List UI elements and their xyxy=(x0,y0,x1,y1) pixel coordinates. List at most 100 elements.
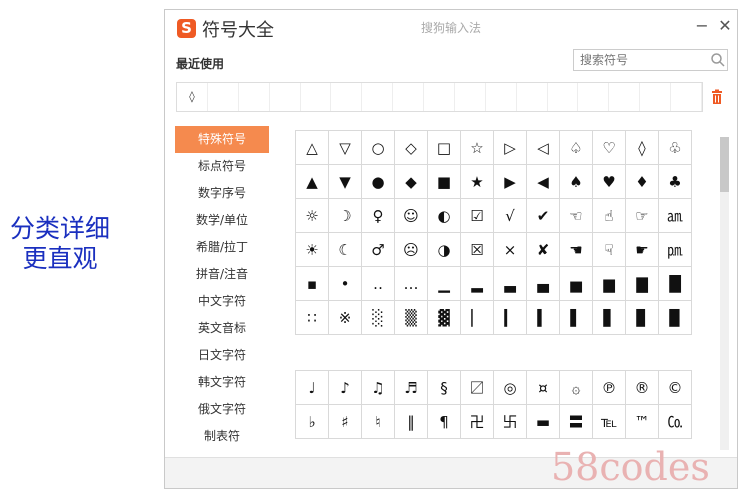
symbol-cell[interactable]: ‖ xyxy=(394,404,428,439)
symbol-cell[interactable]: ™ xyxy=(625,404,659,439)
symbol-cell[interactable]: ☟ xyxy=(592,232,626,267)
symbol-cell[interactable]: ◇ xyxy=(394,130,428,165)
symbol-cell[interactable]: ◁ xyxy=(526,130,560,165)
recent-symbol-cell[interactable] xyxy=(671,83,702,111)
symbol-cell[interactable]: ▪ xyxy=(295,266,329,301)
symbol-cell[interactable]: ☜ xyxy=(559,198,593,233)
category-item[interactable]: 数字序号 xyxy=(175,180,269,207)
recent-symbol-cell[interactable] xyxy=(362,83,394,111)
symbol-cell[interactable]: ◎ xyxy=(493,370,527,405)
symbol-cell[interactable]: ☼ xyxy=(295,198,329,233)
symbol-cell[interactable]: ░ xyxy=(361,300,395,335)
recent-symbol-cell[interactable] xyxy=(455,83,486,111)
category-item[interactable]: 拼音/注音 xyxy=(175,261,269,288)
symbol-cell[interactable]: ♥ xyxy=(592,164,626,199)
symbol-cell[interactable]: ▏ xyxy=(460,300,494,335)
symbol-cell[interactable]: 〼 xyxy=(460,370,494,405)
symbol-cell[interactable]: ☆ xyxy=(460,130,494,165)
symbol-cell[interactable]: ▂ xyxy=(460,266,494,301)
symbol-cell[interactable]: ★ xyxy=(460,164,494,199)
symbol-cell[interactable]: ▉ xyxy=(658,300,692,335)
symbol-cell[interactable]: ☹ xyxy=(394,232,428,267)
symbol-cell[interactable]: ○ xyxy=(361,130,395,165)
category-item[interactable]: 俄文字符 xyxy=(175,396,269,423)
category-item[interactable]: 数学/单位 xyxy=(175,207,269,234)
symbol-cell[interactable]: … xyxy=(394,266,428,301)
symbol-cell[interactable]: ▅ xyxy=(559,266,593,301)
scrollbar-thumb[interactable] xyxy=(720,137,729,192)
symbol-cell[interactable]: ㏘ xyxy=(658,232,692,267)
minimize-button[interactable]: − xyxy=(692,16,712,36)
symbol-cell[interactable]: ♀ xyxy=(361,198,395,233)
symbol-cell[interactable]: ¶ xyxy=(427,404,461,439)
symbol-cell[interactable]: ◑ xyxy=(427,232,461,267)
symbol-cell[interactable]: © xyxy=(658,370,692,405)
symbol-cell[interactable]: ♂ xyxy=(361,232,395,267)
symbol-cell[interactable]: ♡ xyxy=(592,130,626,165)
symbol-cell[interactable]: ® xyxy=(625,370,659,405)
recent-symbol-cell[interactable] xyxy=(578,83,610,111)
recent-symbol-cell[interactable] xyxy=(609,83,641,111)
symbol-cell[interactable]: ■ xyxy=(427,164,461,199)
symbol-cell[interactable]: ۞ xyxy=(559,370,593,405)
symbol-cell[interactable]: ☛ xyxy=(625,232,659,267)
symbol-cell[interactable]: ♧ xyxy=(658,130,692,165)
symbol-cell[interactable]: ¤ xyxy=(526,370,560,405)
symbol-cell[interactable]: ◀ xyxy=(526,164,560,199)
symbol-cell[interactable]: ♣ xyxy=(658,164,692,199)
symbol-cell[interactable]: ▼ xyxy=(328,164,362,199)
symbol-cell[interactable]: ▌ xyxy=(559,300,593,335)
symbol-cell[interactable]: ☽ xyxy=(328,198,362,233)
symbol-cell[interactable]: ◆ xyxy=(394,164,428,199)
category-item[interactable]: 韩文字符 xyxy=(175,369,269,396)
symbol-cell[interactable]: ㏂ xyxy=(658,198,692,233)
recent-symbol-cell[interactable] xyxy=(640,83,671,111)
symbol-cell[interactable]: ♩ xyxy=(295,370,329,405)
symbol-cell[interactable]: ◊ xyxy=(625,130,659,165)
symbol-cell[interactable]: ∷ xyxy=(295,300,329,335)
symbol-cell[interactable]: ▲ xyxy=(295,164,329,199)
symbol-cell[interactable]: ▊ xyxy=(625,300,659,335)
symbol-cell[interactable]: ♤ xyxy=(559,130,593,165)
recent-symbol-cell[interactable] xyxy=(393,83,424,111)
recent-symbol-cell[interactable] xyxy=(486,83,517,111)
symbol-cell[interactable]: ☝ xyxy=(592,198,626,233)
symbol-cell[interactable]: ▁ xyxy=(427,266,461,301)
recent-symbol-cell[interactable] xyxy=(301,83,332,111)
symbol-cell[interactable]: ♠ xyxy=(559,164,593,199)
symbol-cell[interactable]: ✘ xyxy=(526,232,560,267)
symbol-cell[interactable]: ♫ xyxy=(361,370,395,405)
symbol-cell[interactable]: █ xyxy=(658,266,692,301)
symbol-cell[interactable]: ☀ xyxy=(295,232,329,267)
search-icon[interactable] xyxy=(710,52,726,68)
symbol-cell[interactable]: ▒ xyxy=(394,300,428,335)
recent-symbol-cell[interactable] xyxy=(331,83,363,111)
category-item[interactable]: 中文字符 xyxy=(175,288,269,315)
symbol-cell[interactable]: ▽ xyxy=(328,130,362,165)
symbol-cell[interactable]: ☒ xyxy=(460,232,494,267)
category-item[interactable]: 特殊符号 xyxy=(175,126,269,153)
symbol-cell[interactable]: ▎ xyxy=(493,300,527,335)
symbol-cell[interactable]: ✔ xyxy=(526,198,560,233)
symbol-cell[interactable]: △ xyxy=(295,130,329,165)
symbol-cell[interactable]: ☞ xyxy=(625,198,659,233)
symbol-cell[interactable]: ℗ xyxy=(592,370,626,405)
symbol-cell[interactable]: ▇ xyxy=(625,266,659,301)
recent-symbol-cell[interactable] xyxy=(270,83,301,111)
symbol-cell[interactable]: ▷ xyxy=(493,130,527,165)
symbol-cell[interactable]: ◐ xyxy=(427,198,461,233)
symbol-cell[interactable]: ♬ xyxy=(394,370,428,405)
scrollbar[interactable] xyxy=(720,137,729,450)
symbol-cell[interactable]: √ xyxy=(493,198,527,233)
symbol-cell[interactable]: ♯ xyxy=(328,404,362,439)
symbol-cell[interactable]: ♭ xyxy=(295,404,329,439)
category-item[interactable]: 制表符 xyxy=(175,423,269,450)
symbol-cell[interactable]: ▶ xyxy=(493,164,527,199)
symbol-cell[interactable]: ♮ xyxy=(361,404,395,439)
symbol-cell[interactable]: ※ xyxy=(328,300,362,335)
symbol-cell[interactable]: □ xyxy=(427,130,461,165)
symbol-cell[interactable]: ☺ xyxy=(394,198,428,233)
symbol-cell[interactable]: ▋ xyxy=(592,300,626,335)
category-item[interactable]: 希腊/拉丁 xyxy=(175,234,269,261)
search-input[interactable] xyxy=(573,49,728,71)
